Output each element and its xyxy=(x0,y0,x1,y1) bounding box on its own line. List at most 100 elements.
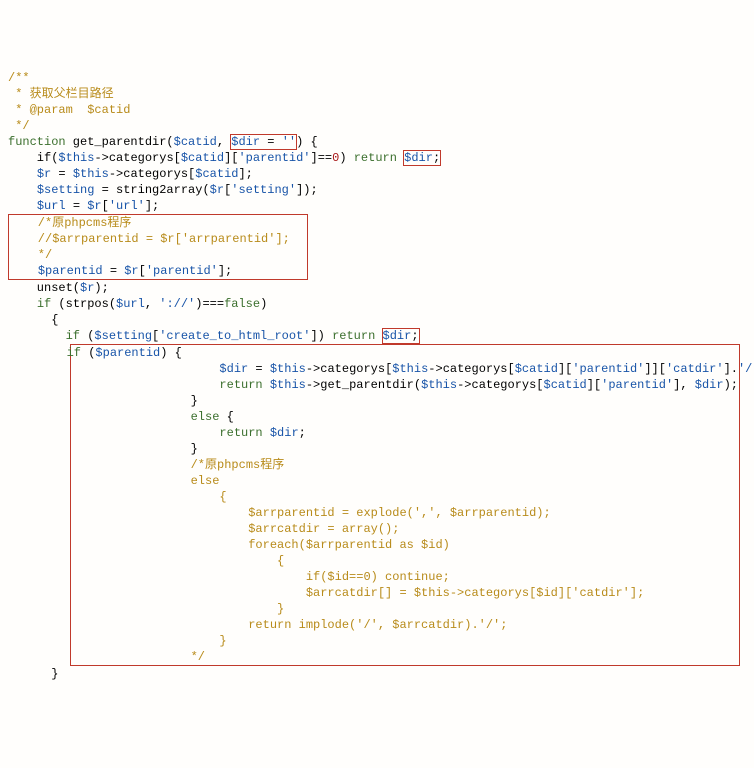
text: ) xyxy=(339,151,353,165)
var-dir: $dir xyxy=(383,329,412,343)
var-parentid: $parentid xyxy=(38,264,103,278)
comment-line: return implode('/', $arrcatdir).'/'; xyxy=(133,618,507,632)
keyword-if: if xyxy=(67,346,81,360)
text: ]][ xyxy=(644,362,666,376)
text: ->categorys[ xyxy=(457,378,543,392)
text: ][ xyxy=(558,362,572,376)
highlighted-block-2: if ($parentid) { $dir = $this->categorys… xyxy=(70,344,740,666)
text: ; xyxy=(299,426,306,440)
var-this: $this xyxy=(58,151,94,165)
keyword-if: if xyxy=(37,297,51,311)
param-dir-default-box: $dir = '' xyxy=(231,135,296,149)
var-catid: $catid xyxy=(195,167,238,181)
comment-line: /** xyxy=(8,71,30,85)
var-r: $r xyxy=(37,167,51,181)
var-this: $this xyxy=(73,167,109,181)
var-this: $this xyxy=(270,378,306,392)
text: unset( xyxy=(8,281,80,295)
keyword-false: false xyxy=(224,297,260,311)
text: ); xyxy=(724,378,738,392)
string: '/' xyxy=(738,362,754,376)
text: )=== xyxy=(195,297,224,311)
text xyxy=(8,199,37,213)
string: 'create_to_html_root' xyxy=(159,329,310,343)
text: = xyxy=(260,135,282,149)
text xyxy=(8,167,37,181)
text xyxy=(8,297,37,311)
text: [ xyxy=(139,264,146,278)
string: 'url' xyxy=(109,199,145,213)
var-url: $url xyxy=(37,199,66,213)
comment-line: $arrparentid = explode(',', $arrparentid… xyxy=(133,506,551,520)
var-r: $r xyxy=(210,183,224,197)
comment-line: */ xyxy=(9,248,52,262)
var-this: $this xyxy=(421,378,457,392)
text: ->categorys[ xyxy=(109,167,195,181)
text: ) { xyxy=(296,135,318,149)
text: ], xyxy=(673,378,695,392)
var-r: $r xyxy=(87,199,101,213)
comment-line: { xyxy=(133,490,227,504)
text: (strpos( xyxy=(51,297,116,311)
text: ]) xyxy=(310,329,332,343)
text: ->categorys[ xyxy=(428,362,514,376)
text: ]. xyxy=(724,362,738,376)
text xyxy=(263,378,270,392)
var-this: $this xyxy=(270,362,306,376)
keyword-return: return xyxy=(332,329,375,343)
text: ]; xyxy=(145,199,159,213)
text xyxy=(375,329,382,343)
text: ]); xyxy=(296,183,318,197)
string: 'parentid' xyxy=(572,362,644,376)
text: ]; xyxy=(218,264,232,278)
return-dir-box: $dir; xyxy=(404,151,440,165)
var-parentid: $parentid xyxy=(95,346,160,360)
comment-line: */ xyxy=(8,119,30,133)
var-dir: $dir xyxy=(270,426,299,440)
text xyxy=(8,329,66,343)
text: ][ xyxy=(224,151,238,165)
text: ( xyxy=(81,346,95,360)
text: ->categorys[ xyxy=(306,362,392,376)
string: 'parentid' xyxy=(238,151,310,165)
var-dir: $dir xyxy=(219,362,248,376)
string: 'setting' xyxy=(231,183,296,197)
comment-line: * 获取父栏目路径 xyxy=(8,87,114,101)
keyword-return: return xyxy=(219,378,262,392)
keyword-return: return xyxy=(219,426,262,440)
comment-line: } xyxy=(133,634,227,648)
text: } xyxy=(133,394,198,408)
string: '://' xyxy=(159,297,195,311)
text: { xyxy=(8,313,58,327)
text: [ xyxy=(102,199,109,213)
text: ]== xyxy=(311,151,333,165)
comment-line: /*原phpcms程序 xyxy=(133,458,284,472)
text: ); xyxy=(94,281,108,295)
text: = xyxy=(248,362,270,376)
var-r: $r xyxy=(80,281,94,295)
comment-line: /*原phpcms程序 xyxy=(9,216,131,230)
return-dir-box-2: $dir; xyxy=(383,329,419,343)
comment-line: //$arrparentid = $r['arrparentid']; xyxy=(9,232,290,246)
text: { xyxy=(219,410,233,424)
comment-line: */ xyxy=(133,650,205,664)
var-r: $r xyxy=(124,264,138,278)
text: = xyxy=(66,199,88,213)
text: ]; xyxy=(238,167,252,181)
var-dir: $dir xyxy=(695,378,724,392)
string: 'parentid' xyxy=(146,264,218,278)
string: 'catdir' xyxy=(666,362,724,376)
var-catid: $catid xyxy=(174,135,217,149)
text: ; xyxy=(433,151,440,165)
var-url: $url xyxy=(116,297,145,311)
keyword-return: return xyxy=(354,151,397,165)
string-empty: '' xyxy=(282,135,296,149)
text: ->categorys[ xyxy=(94,151,180,165)
var-catid: $catid xyxy=(181,151,224,165)
text xyxy=(133,378,219,392)
text xyxy=(9,264,38,278)
var-dir: $dir xyxy=(404,151,433,165)
text: = string2array( xyxy=(94,183,209,197)
text: ; xyxy=(411,329,418,343)
keyword-if: if xyxy=(66,329,80,343)
